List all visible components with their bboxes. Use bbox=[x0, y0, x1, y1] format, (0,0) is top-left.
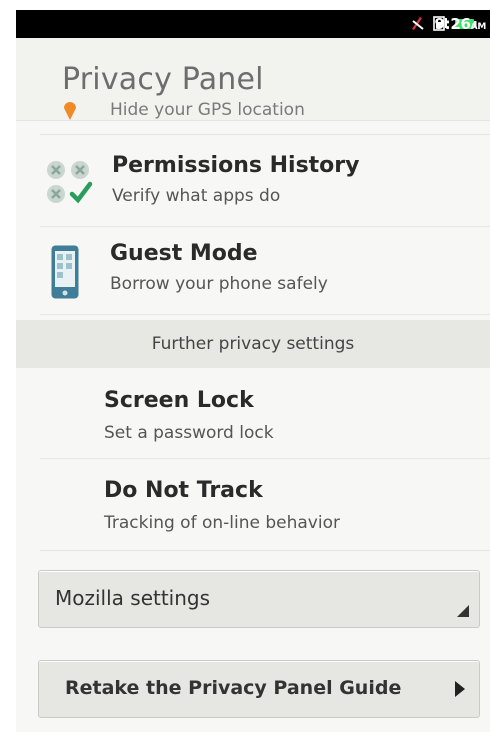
list-item-subtitle: Tracking of on-line behavior bbox=[104, 513, 340, 533]
location-pin-icon bbox=[62, 102, 78, 126]
list-item-subtitle: Set a password lock bbox=[104, 423, 274, 443]
mozilla-settings-select[interactable]: Mozilla settings bbox=[38, 570, 480, 628]
list-item-subtitle: Verify what apps do bbox=[112, 186, 281, 206]
list-item-permissions-history[interactable]: Permissions History Verify what apps do bbox=[40, 140, 490, 227]
retake-guide-button[interactable]: Retake the Privacy Panel Guide bbox=[38, 660, 480, 718]
list-item-title: Permissions History bbox=[112, 153, 360, 178]
page-title: Privacy Panel bbox=[62, 62, 264, 97]
list-item-subtitle: Borrow your phone safely bbox=[110, 274, 328, 294]
chevron-right-icon bbox=[455, 681, 465, 697]
dropdown-corner-icon bbox=[457, 605, 469, 617]
wifi-off-icon bbox=[410, 14, 426, 34]
status-time: 9:26AM bbox=[434, 15, 487, 33]
button-label: Retake the Privacy Panel Guide bbox=[65, 677, 402, 699]
list-item-screen-lock[interactable]: Screen Lock Set a password lock bbox=[40, 368, 490, 459]
phone-icon bbox=[50, 244, 80, 304]
list-item-gps[interactable]: Hide your GPS location bbox=[40, 100, 490, 135]
list-item-title: Guest Mode bbox=[110, 241, 258, 266]
list-item-title: Do Not Track bbox=[104, 478, 263, 503]
list-item-guest-mode[interactable]: Guest Mode Borrow your phone safely bbox=[40, 228, 490, 315]
list-item-subtitle: Hide your GPS location bbox=[110, 100, 305, 120]
section-header: Further privacy settings bbox=[16, 320, 490, 368]
list-item-title: Screen Lock bbox=[104, 388, 254, 413]
status-bar: 9:26AM bbox=[16, 10, 490, 38]
permissions-icon bbox=[44, 158, 102, 206]
phone-screen: 9:26AM Privacy Panel Hide your GPS locat… bbox=[16, 10, 490, 732]
select-label: Mozilla settings bbox=[55, 586, 211, 610]
list-item-do-not-track[interactable]: Do Not Track Tracking of on-line behavio… bbox=[40, 460, 490, 551]
